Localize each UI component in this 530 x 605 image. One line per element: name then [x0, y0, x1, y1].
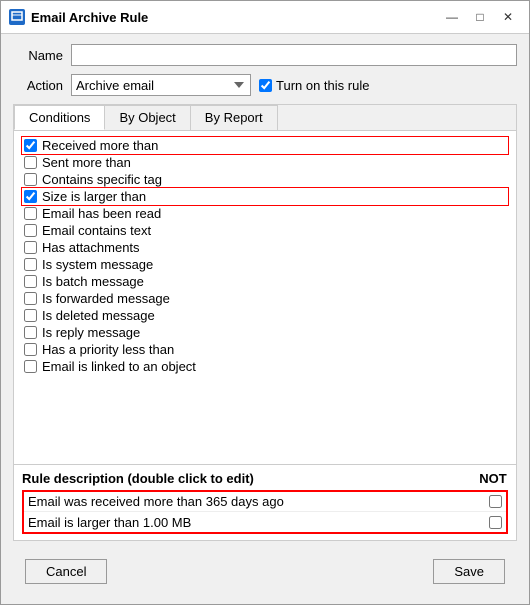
rule-row-1: Email is larger than 1.00 MB: [24, 512, 506, 532]
action-select[interactable]: Archive email: [71, 74, 251, 96]
not-label: NOT: [478, 471, 508, 486]
tabs-header: Conditions By Object By Report: [14, 105, 516, 131]
rule-rows: Email was received more than 365 days ag…: [22, 490, 508, 534]
bottom-buttons: Cancel Save: [13, 549, 517, 594]
condition-item-has-priority-less-than: Has a priority less than: [22, 341, 508, 358]
condition-checkbox-has-attachments[interactable]: [24, 241, 37, 254]
tab-conditions[interactable]: Conditions: [14, 105, 105, 130]
condition-checkbox-email-been-read[interactable]: [24, 207, 37, 220]
close-button[interactable]: ✕: [495, 7, 521, 27]
condition-item-is-forwarded-message: Is forwarded message: [22, 290, 508, 307]
condition-item-email-contains-text: Email contains text: [22, 222, 508, 239]
name-row: Name: [13, 44, 517, 66]
condition-checkbox-email-contains-text[interactable]: [24, 224, 37, 237]
condition-label-is-batch-message: Is batch message: [42, 274, 144, 289]
condition-item-received-more-than: Received more than: [22, 137, 508, 154]
condition-item-has-attachments: Has attachments: [22, 239, 508, 256]
condition-item-sent-more-than: Sent more than: [22, 154, 508, 171]
rule-on-label[interactable]: Turn on this rule: [276, 78, 369, 93]
window-title: Email Archive Rule: [31, 10, 433, 25]
tab-by-object[interactable]: By Object: [104, 105, 190, 130]
name-label: Name: [13, 48, 63, 63]
action-row: Action Archive email Turn on this rule: [13, 74, 517, 96]
maximize-button[interactable]: □: [467, 7, 493, 27]
conditions-section: Received more than Sent more than Contains…: [14, 131, 516, 464]
content-area: Name Action Archive email Turn on this r…: [1, 34, 529, 604]
condition-label-has-attachments: Has attachments: [42, 240, 140, 255]
condition-label-received-more-than: Received more than: [42, 138, 158, 153]
condition-label-email-contains-text: Email contains text: [42, 223, 151, 238]
rule-desc-title: Rule description (double click to edit): [22, 471, 254, 486]
name-input[interactable]: [71, 44, 517, 66]
condition-checkbox-size-larger-than[interactable]: [24, 190, 37, 203]
window: Email Archive Rule — □ ✕ Name Action Arc…: [0, 0, 530, 605]
rule-row-not-checkbox-1[interactable]: [489, 516, 502, 529]
condition-checkbox-email-linked-to-object[interactable]: [24, 360, 37, 373]
condition-checkbox-sent-more-than[interactable]: [24, 156, 37, 169]
rule-desc-header: Rule description (double click to edit) …: [22, 471, 508, 486]
rule-row-not-checkbox-0[interactable]: [489, 495, 502, 508]
condition-checkbox-contains-specific-tag[interactable]: [24, 173, 37, 186]
condition-label-is-forwarded-message: Is forwarded message: [42, 291, 170, 306]
action-label: Action: [13, 78, 63, 93]
condition-label-size-larger-than: Size is larger than: [42, 189, 146, 204]
rule-row-text-0: Email was received more than 365 days ag…: [28, 494, 284, 509]
save-button[interactable]: Save: [433, 559, 505, 584]
minimize-button[interactable]: —: [439, 7, 465, 27]
title-bar: Email Archive Rule — □ ✕: [1, 1, 529, 34]
rule-on-checkbox[interactable]: [259, 79, 272, 92]
condition-checkbox-has-priority-less-than[interactable]: [24, 343, 37, 356]
condition-label-contains-specific-tag: Contains specific tag: [42, 172, 162, 187]
conditions-list: Received more than Sent more than Contains…: [22, 137, 508, 375]
rule-description-area: Rule description (double click to edit) …: [14, 464, 516, 540]
window-controls: — □ ✕: [439, 7, 521, 27]
tabs-area: Conditions By Object By Report Received …: [13, 104, 517, 541]
condition-item-is-batch-message: Is batch message: [22, 273, 508, 290]
condition-checkbox-is-reply-message[interactable]: [24, 326, 37, 339]
condition-item-is-deleted-message: Is deleted message: [22, 307, 508, 324]
condition-label-is-system-message: Is system message: [42, 257, 153, 272]
condition-label-has-priority-less-than: Has a priority less than: [42, 342, 174, 357]
condition-checkbox-is-forwarded-message[interactable]: [24, 292, 37, 305]
condition-checkbox-is-batch-message[interactable]: [24, 275, 37, 288]
condition-label-email-been-read: Email has been read: [42, 206, 161, 221]
condition-item-email-linked-to-object: Email is linked to an object: [22, 358, 508, 375]
condition-label-email-linked-to-object: Email is linked to an object: [42, 359, 196, 374]
condition-checkbox-is-deleted-message[interactable]: [24, 309, 37, 322]
condition-item-size-larger-than: Size is larger than: [22, 188, 508, 205]
window-icon: [9, 9, 25, 25]
condition-item-email-been-read: Email has been read: [22, 205, 508, 222]
rule-row-0: Email was received more than 365 days ag…: [24, 492, 506, 512]
rule-on-container: Turn on this rule: [259, 78, 369, 93]
condition-label-sent-more-than: Sent more than: [42, 155, 131, 170]
tab-by-report[interactable]: By Report: [190, 105, 278, 130]
condition-item-is-reply-message: Is reply message: [22, 324, 508, 341]
condition-label-is-deleted-message: Is deleted message: [42, 308, 155, 323]
condition-item-is-system-message: Is system message: [22, 256, 508, 273]
condition-checkbox-is-system-message[interactable]: [24, 258, 37, 271]
condition-checkbox-received-more-than[interactable]: [24, 139, 37, 152]
cancel-button[interactable]: Cancel: [25, 559, 107, 584]
condition-label-is-reply-message: Is reply message: [42, 325, 140, 340]
rule-row-text-1: Email is larger than 1.00 MB: [28, 515, 191, 530]
condition-item-contains-specific-tag: Contains specific tag: [22, 171, 508, 188]
